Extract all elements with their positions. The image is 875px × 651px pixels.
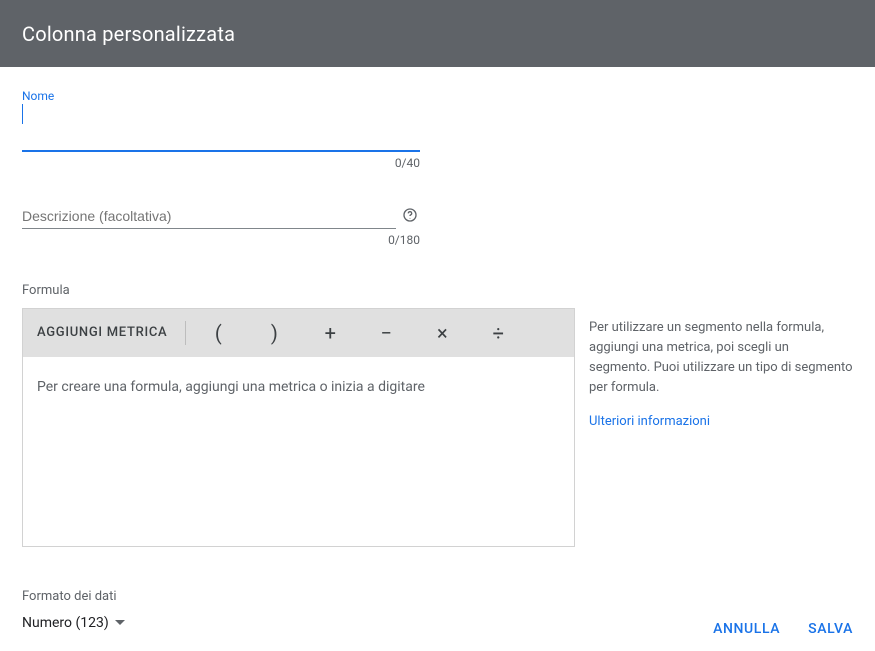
text-cursor (22, 104, 23, 124)
toolbar-separator (185, 321, 186, 345)
plus-button[interactable]: + (302, 309, 358, 357)
name-counter: 0/40 (22, 156, 420, 170)
formula-toolbar: AGGIUNGI METRICA ( ) + − × ÷ (23, 309, 574, 357)
dialog-title: Colonna personalizzata (22, 22, 235, 46)
minus-button[interactable]: − (358, 309, 414, 357)
name-field: Nome 0/40 (22, 89, 420, 170)
close-paren-button[interactable]: ) (246, 309, 302, 357)
learn-more-link[interactable]: Ulteriori informazioni (589, 414, 710, 429)
formula-input[interactable]: Per creare una formula, aggiungi una met… (23, 357, 574, 546)
help-icon[interactable] (402, 207, 420, 225)
formula-placeholder: Per creare una formula, aggiungi una met… (37, 379, 425, 395)
description-input[interactable] (22, 202, 396, 229)
dialog-footer: ANNULLA SALVA (713, 605, 853, 651)
data-format-select[interactable]: Numero (123) (22, 615, 125, 631)
formula-help-panel: Per utilizzare un segmento nella formula… (589, 308, 853, 547)
chevron-down-icon (115, 620, 125, 626)
formula-label: Formula (22, 283, 853, 298)
add-metric-button[interactable]: AGGIUNGI METRICA (23, 317, 181, 349)
open-paren-button[interactable]: ( (190, 309, 246, 357)
data-format-label: Formato dei dati (22, 589, 853, 604)
name-label: Nome (22, 89, 420, 103)
name-input[interactable] (22, 124, 420, 152)
data-format-selected: Numero (123) (22, 615, 109, 631)
description-counter: 0/180 (22, 233, 420, 247)
formula-box: AGGIUNGI METRICA ( ) + − × ÷ Per creare … (22, 308, 575, 547)
divide-button[interactable]: ÷ (470, 309, 526, 357)
dialog-header: Colonna personalizzata (0, 0, 875, 67)
description-field: 0/180 (22, 202, 420, 247)
cancel-button[interactable]: ANNULLA (713, 621, 780, 637)
save-button[interactable]: SALVA (808, 621, 853, 637)
multiply-button[interactable]: × (414, 309, 470, 357)
formula-help-text: Per utilizzare un segmento nella formula… (589, 318, 853, 399)
